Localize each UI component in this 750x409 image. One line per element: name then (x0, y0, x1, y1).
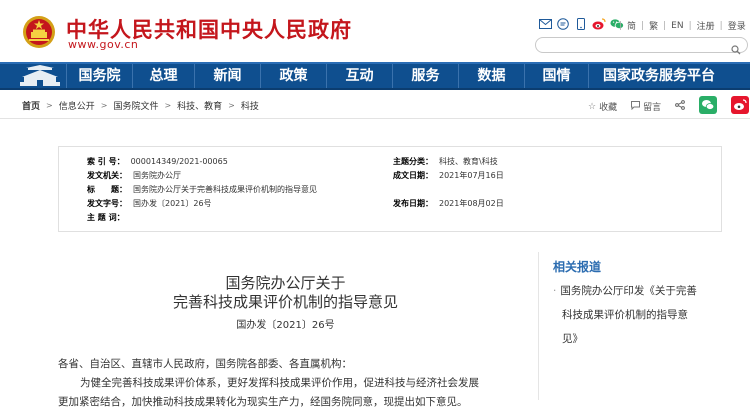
share-icon[interactable] (675, 100, 686, 113)
article-salutation: 各省、自治区、直辖市人民政府，国务院各部委、各直属机构： (58, 358, 352, 370)
comment-icon[interactable] (631, 100, 641, 113)
meta-category: 主题分类： 科技、教育\科技 (393, 156, 498, 166)
nav-item-interaction[interactable]: 互动 (326, 64, 392, 88)
star-icon[interactable]: ☆ (588, 102, 596, 112)
bullet-icon: · (553, 285, 557, 297)
breadcrumb-state-council-docs[interactable]: 国务院文件 (113, 99, 158, 112)
article-title-line1: 国务院办公厅关于 (225, 274, 346, 292)
share-toolbar: ☆ 收藏 留言 (588, 96, 750, 117)
comment-label[interactable]: 留言 (643, 100, 661, 113)
wechat-share-icon[interactable] (699, 96, 718, 117)
site-header: 中华人民共和国中央人民政府 www.gov.cn | 简 | 繁 | EN | … (0, 0, 750, 62)
chevron-right-icon: > (100, 100, 108, 110)
national-emblem-icon[interactable] (22, 14, 56, 50)
nav-item-premier[interactable]: 总理 (132, 64, 194, 88)
breadcrumb-home[interactable]: 首页 (22, 99, 40, 112)
related-report-link-cont[interactable]: 科技成果评价机制的指导意 (562, 307, 688, 322)
chevron-right-icon: > (228, 100, 235, 110)
breadcrumb-info-disclosure[interactable]: 信息公开 (59, 99, 95, 112)
meta-issuer: 发文机关： 国务院办公厅 (87, 170, 181, 180)
meta-doc-number: 发文字号： 国办发〔2021〕26号 (87, 198, 212, 208)
tiananmen-home-icon[interactable] (14, 65, 66, 89)
simplified-chinese-link[interactable]: 简 (627, 19, 636, 32)
chevron-right-icon: > (46, 100, 53, 110)
nav-item-services[interactable]: 服务 (392, 64, 458, 88)
language-auth-links: | 简 | 繁 | EN | 注册 | 登录 (619, 19, 746, 33)
register-link[interactable]: 注册 (697, 19, 715, 32)
header-divider (0, 118, 750, 119)
document-metadata-table: 索 引 号： 000014349/2021-00065 主题分类： 科技、教育\科技… (58, 146, 722, 232)
breadcrumb-sci[interactable]: 科技 (241, 99, 259, 112)
search-icon[interactable] (731, 40, 741, 59)
nav-items: 国务院 总理 新闻 政策 互动 服务 数据 国情 国家政务服务平台 (66, 64, 715, 88)
related-report-link-cont[interactable]: 见》 (562, 331, 583, 346)
weibo-icon[interactable] (592, 17, 606, 31)
weibo-share-icon[interactable] (731, 96, 750, 117)
breadcrumb-sci-edu[interactable]: 科技、教育 (177, 99, 222, 112)
favorite-label[interactable]: 收藏 (599, 100, 617, 113)
site-url: www.gov.cn (68, 38, 139, 51)
login-link[interactable]: 登录 (728, 19, 746, 32)
meta-keywords: 主 题 词： (87, 212, 125, 222)
nav-item-policy[interactable]: 政策 (260, 64, 326, 88)
search-box (535, 37, 748, 58)
nav-item-gov-service-platform[interactable]: 国家政务服务平台 (588, 64, 715, 88)
chevron-right-icon: > (164, 100, 172, 110)
breadcrumb: 首页 > 信息公开 > 国务院文件 > 科技、教育 > 科技 (22, 98, 259, 112)
sidebar-divider (538, 252, 539, 400)
main-nav: 国务院 总理 新闻 政策 互动 服务 数据 国情 国家政务服务平台 (0, 62, 750, 90)
meta-index-no: 索 引 号： 000014349/2021-00065 (87, 156, 228, 166)
top-icon-bar (538, 17, 624, 31)
search-input[interactable] (544, 44, 734, 58)
meta-published-date: 发布日期： 2021年08月02日 (393, 198, 504, 208)
article-title-line2: 完善科技成果评价机制的指导意见 (172, 293, 398, 311)
meta-title: 标 题： 国务院办公厅关于完善科技成果评价机制的指导意见 (87, 184, 317, 194)
meta-created-date: 成文日期： 2021年07月16日 (393, 170, 504, 180)
mail-icon[interactable] (538, 17, 552, 31)
article-doc-number: 国办发〔2021〕26号 (236, 320, 335, 331)
message-icon[interactable] (556, 17, 570, 31)
traditional-chinese-link[interactable]: 繁 (649, 19, 658, 32)
related-reports-title: 相关报道 (553, 260, 602, 274)
article-paragraph: 为健全完善科技成果评价体系，更好发挥科技成果评价作用，促进科技与经济社会发展 (80, 377, 479, 389)
nav-item-data[interactable]: 数据 (458, 64, 524, 88)
english-link[interactable]: EN (671, 21, 683, 31)
related-report-link[interactable]: · 国务院办公厅印发《关于完善 (553, 283, 697, 298)
mobile-icon[interactable] (574, 17, 588, 31)
nav-item-national-info[interactable]: 国情 (524, 64, 588, 88)
nav-item-news[interactable]: 新闻 (194, 64, 260, 88)
article-paragraph: 更加紧密结合，加快推动科技成果转化为现实生产力，经国务院同意，现提出如下意见。 (58, 396, 468, 408)
nav-item-state-council[interactable]: 国务院 (66, 64, 132, 88)
